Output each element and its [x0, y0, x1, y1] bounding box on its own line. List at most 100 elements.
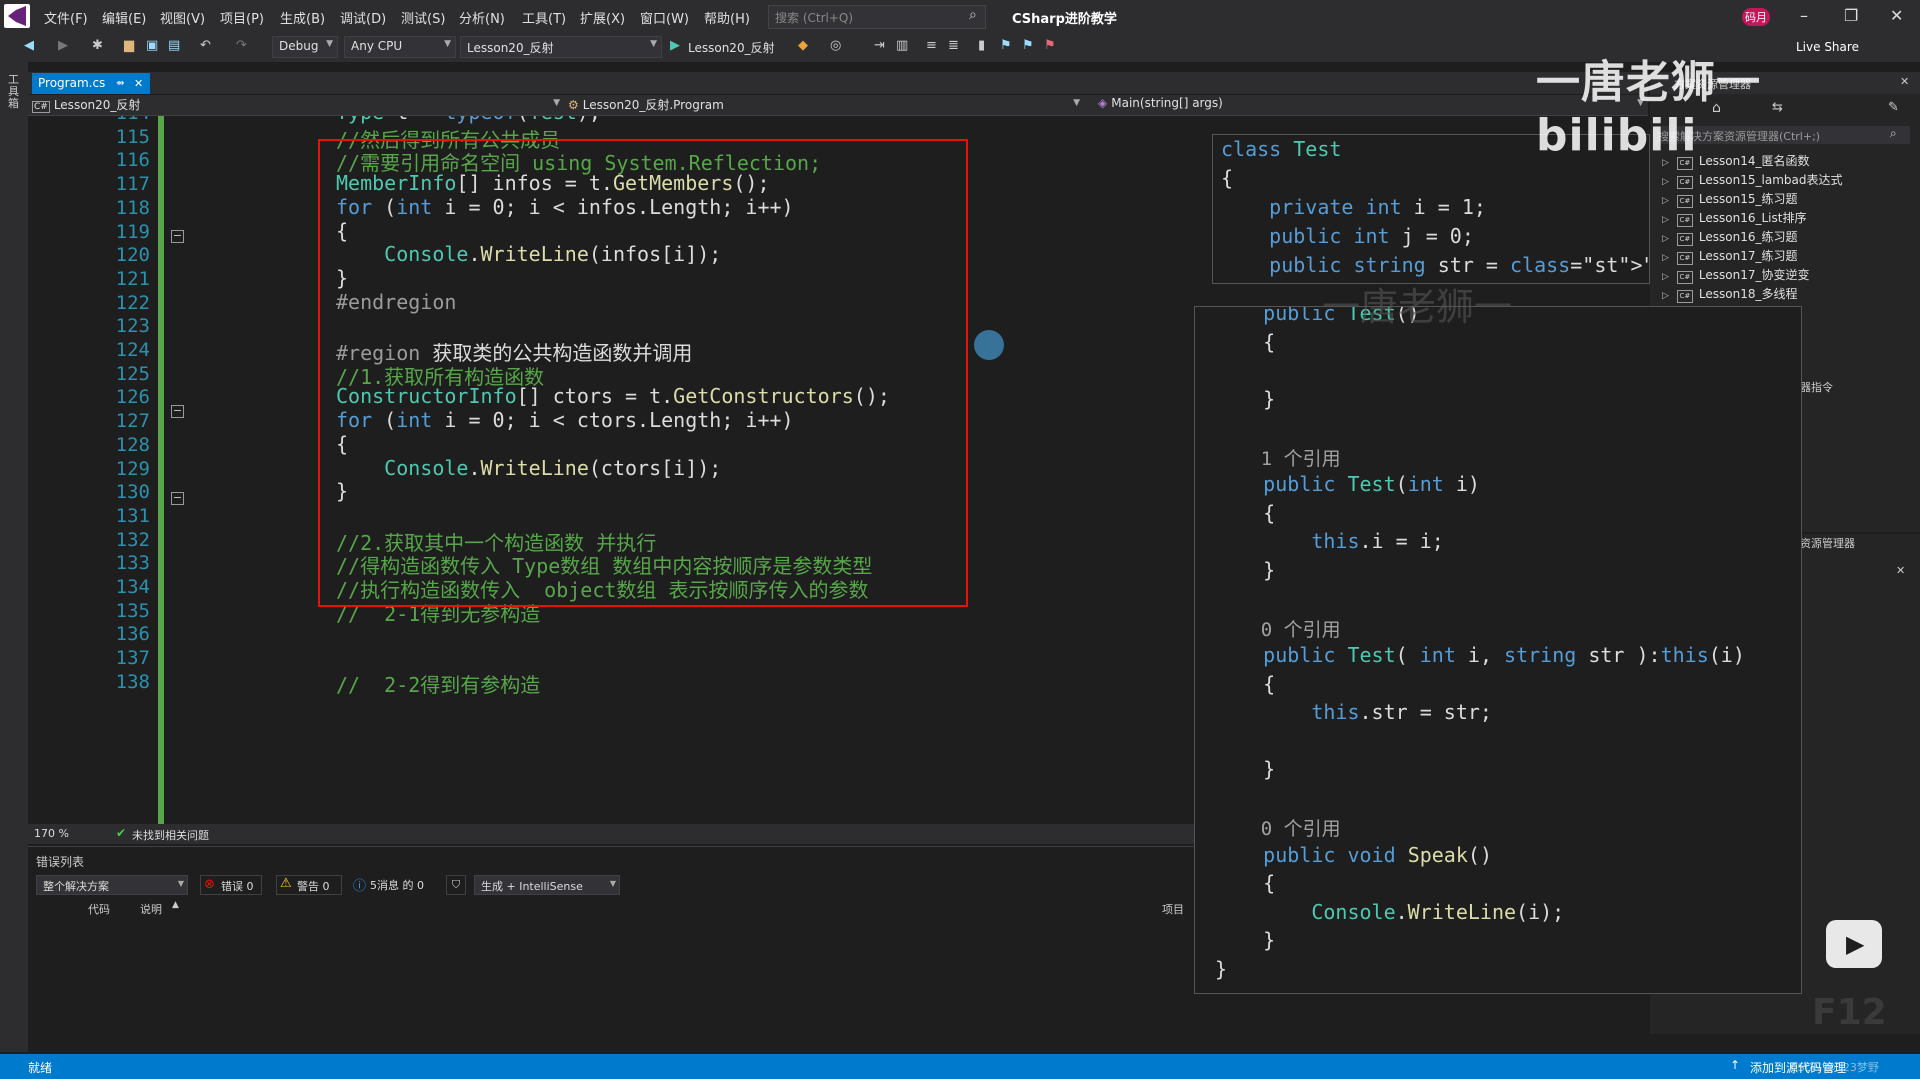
- menu-debug[interactable]: 调试(D): [340, 8, 386, 27]
- scope-select[interactable]: 整个解决方案 ▼: [36, 875, 188, 895]
- undo-icon[interactable]: ↶: [200, 39, 214, 53]
- menu-window[interactable]: 窗口(W): [640, 8, 689, 27]
- expand-icon[interactable]: ▷: [1662, 253, 1669, 263]
- user-badge[interactable]: 码月: [1742, 8, 1770, 26]
- menu-analyze[interactable]: 分析(N): [459, 8, 505, 27]
- new-project-icon[interactable]: ✱: [92, 39, 106, 53]
- menu-project[interactable]: 项目(P): [220, 8, 264, 27]
- menu-file[interactable]: 文件(F): [44, 8, 88, 27]
- pin-icon[interactable]: ⇴: [116, 78, 124, 89]
- comment-icon[interactable]: ≣: [948, 39, 962, 53]
- expand-icon[interactable]: ▷: [1662, 177, 1669, 187]
- mouse-cursor-icon: [974, 330, 1004, 360]
- layout-icon[interactable]: ▥: [896, 39, 910, 53]
- indent-icon[interactable]: ≡: [926, 39, 940, 53]
- tab-program-cs[interactable]: Program.cs ⇴ ✕: [32, 73, 150, 94]
- solution-tree-item[interactable]: ▷ C# Lesson16_练习题: [1662, 228, 1798, 246]
- zoom-level[interactable]: 170 %: [34, 827, 69, 840]
- column-code[interactable]: 代码: [88, 901, 110, 917]
- menu-build[interactable]: 生成(B): [280, 8, 325, 27]
- play-icon[interactable]: ▶: [1826, 920, 1882, 968]
- solution-tree-item[interactable]: ▷ C# Lesson16_List排序: [1662, 209, 1806, 227]
- collapse-icon[interactable]: −: [171, 230, 184, 243]
- open-icon[interactable]: ▆: [124, 39, 138, 53]
- back-icon[interactable]: ◀: [24, 39, 38, 53]
- menu-help[interactable]: 帮助(H): [704, 8, 750, 27]
- status-ready: 就绪: [28, 1061, 53, 1075]
- close-tab-icon[interactable]: ✕: [134, 77, 143, 90]
- expand-icon[interactable]: ▷: [1662, 234, 1669, 244]
- resource-manager-tab[interactable]: 资源管理器: [1800, 535, 1855, 551]
- solution-tree-item[interactable]: ▷ C# Lesson17_协变逆变: [1662, 266, 1810, 284]
- platform-select[interactable]: Any CPU ▼: [344, 36, 456, 58]
- tree-item-label: Lesson18_多线程: [1698, 287, 1798, 301]
- change-indicator-bar: [158, 116, 164, 824]
- sort-asc-icon: ▲: [172, 900, 179, 910]
- line-number: 127: [115, 410, 150, 433]
- close-window-icon[interactable]: ✕: [1890, 6, 1903, 25]
- menu-extensions[interactable]: 扩展(X): [580, 8, 625, 27]
- step-icon[interactable]: ⇥: [874, 39, 888, 53]
- nav-project-select[interactable]: C# Lesson20_反射 ▼: [32, 96, 562, 113]
- expand-icon[interactable]: ▷: [1662, 272, 1669, 282]
- build-filter-select[interactable]: 生成 + IntelliSense ▼: [474, 875, 620, 895]
- nav-class-select[interactable]: ⚙ Lesson20_反射.Program ▼: [568, 96, 1082, 113]
- startup-project-select[interactable]: Lesson20_反射 ▼: [460, 36, 662, 58]
- solution-tree-item[interactable]: ▷ C# Lesson15_练习题: [1662, 190, 1798, 208]
- code-line: // 2-2得到有参构造: [336, 672, 541, 697]
- csharp-project-icon: C#: [1676, 271, 1693, 284]
- menu-test[interactable]: 测试(S): [401, 8, 445, 27]
- menu-view[interactable]: 视图(V): [160, 8, 205, 27]
- start-debug-icon[interactable]: ▶: [670, 39, 684, 53]
- menu-edit[interactable]: 编辑(E): [102, 8, 146, 27]
- no-issues-label[interactable]: 未找到相关问题: [132, 827, 209, 843]
- save-icon[interactable]: ▣: [146, 39, 160, 53]
- solution-tree-item[interactable]: ▷ C# Lesson15_lambad表达式: [1662, 171, 1842, 189]
- start-debug-button[interactable]: Lesson20_反射: [688, 39, 775, 56]
- column-description[interactable]: 说明: [140, 901, 162, 917]
- redo-icon[interactable]: ↷: [236, 39, 250, 53]
- csdn-watermark: CSDN @123梦野: [1790, 1061, 1879, 1074]
- close-panel-icon[interactable]: ✕: [1896, 564, 1905, 577]
- search-icon[interactable]: ⌕: [969, 7, 977, 23]
- save-all-icon[interactable]: ▤: [168, 39, 182, 53]
- editor-status-bar: 170 % ✔ 未找到相关问题: [28, 824, 1194, 844]
- messages-filter-button[interactable]: ⓘ 5消息 的 0: [350, 875, 430, 894]
- config-select[interactable]: Debug ▼: [272, 36, 338, 58]
- popup-code-line: this.i = i;: [1311, 529, 1444, 553]
- vs-logo-icon[interactable]: [4, 4, 30, 28]
- warnings-filter-button[interactable]: ⚠ 警告 0: [276, 875, 342, 895]
- search-input[interactable]: 搜索 (Ctrl+Q) ⌕: [768, 5, 986, 29]
- line-number: 132: [115, 528, 150, 551]
- column-project[interactable]: 项目: [1162, 901, 1184, 917]
- line-number: 115: [115, 125, 150, 148]
- expand-icon[interactable]: ▷: [1662, 215, 1669, 225]
- constructor-code-popup: public Test() { } 1 个引用 public Test(int …: [1194, 306, 1802, 994]
- restore-icon[interactable]: ❐: [1844, 6, 1858, 25]
- line-number: 114: [88, 116, 150, 124]
- hot-reload-icon[interactable]: ◎: [830, 39, 844, 53]
- collapse-icon[interactable]: −: [171, 405, 184, 418]
- upload-icon: ↑: [1730, 1058, 1741, 1072]
- expand-icon[interactable]: ▷: [1662, 196, 1669, 206]
- browser-link-icon[interactable]: ◆: [798, 39, 812, 53]
- expand-icon[interactable]: ▷: [1662, 291, 1669, 301]
- solution-tree-item[interactable]: ▷ C# Lesson17_练习题: [1662, 247, 1798, 265]
- forward-icon[interactable]: ▶: [58, 39, 72, 53]
- toolbox-tab[interactable]: 工具箱: [8, 74, 20, 110]
- chevron-down-icon: ▼: [553, 98, 560, 108]
- tab-label: Program.cs: [38, 76, 106, 90]
- popup-code-line: }: [1215, 956, 1228, 981]
- bookmark-icon[interactable]: ▮: [978, 39, 992, 53]
- errors-filter-button[interactable]: ⊗ 错误 0: [200, 875, 262, 895]
- csharp-project-icon: C#: [32, 101, 50, 113]
- minimize-icon[interactable]: –: [1800, 6, 1808, 25]
- bookmark-next-icon[interactable]: ⚑: [1022, 39, 1036, 53]
- bookmark-clear-icon[interactable]: ⚑: [1044, 39, 1058, 53]
- popup-code-line: {: [1215, 871, 1276, 895]
- bookmark-prev-icon[interactable]: ⚑: [1000, 39, 1014, 53]
- solution-tree-item[interactable]: ▷ C# Lesson18_多线程: [1662, 285, 1798, 303]
- collapse-icon[interactable]: −: [171, 492, 184, 505]
- menu-tools[interactable]: 工具(T): [522, 8, 566, 27]
- filter-icon[interactable]: ⛉: [446, 875, 466, 895]
